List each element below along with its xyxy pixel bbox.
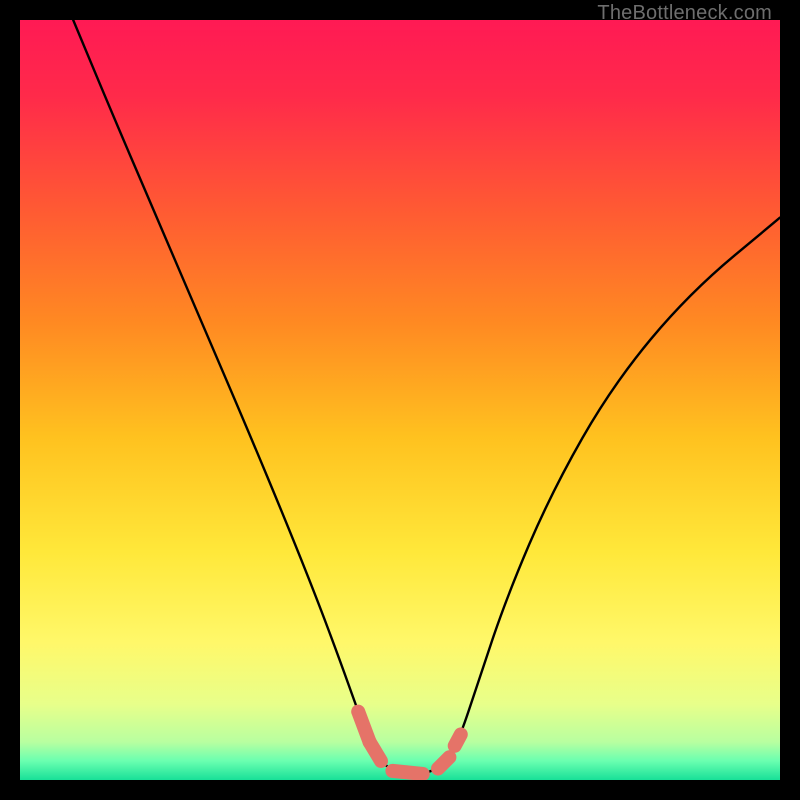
highlight-segment [438, 757, 449, 768]
highlight-segment [455, 734, 461, 745]
watermark-text: TheBottleneck.com [597, 2, 772, 25]
highlight-segments [358, 712, 461, 774]
highlight-segment [370, 742, 381, 761]
highlight-segment [392, 771, 422, 774]
bottleneck-curve [20, 20, 780, 780]
curve-path [73, 20, 780, 774]
chart-frame [20, 20, 780, 780]
